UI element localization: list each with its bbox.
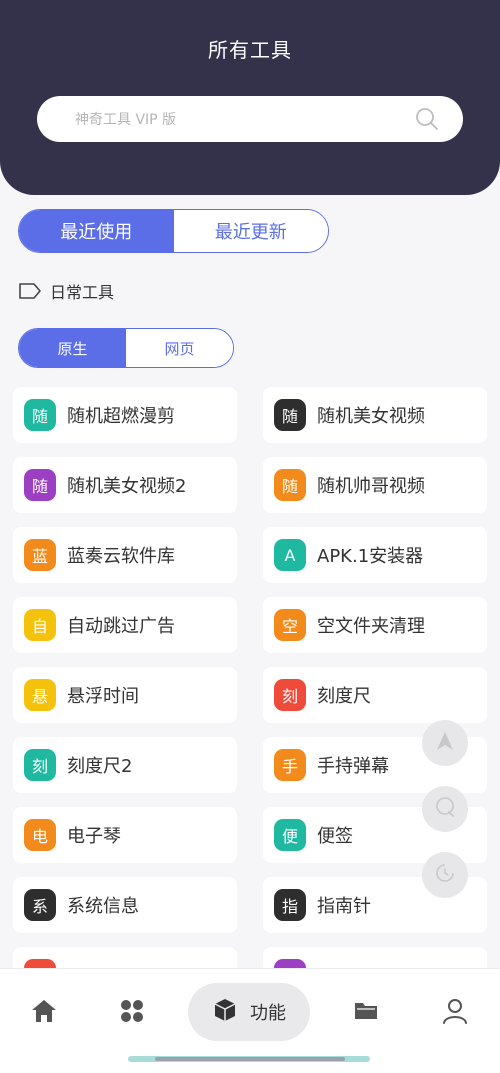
tool-label: 刻度尺 [317,686,371,707]
tool-label: 刻度尺2 [67,756,133,777]
tool-label: 自动跳过广告 [67,616,175,637]
tool-card[interactable]: 系系统信息 [13,877,237,933]
navigation-arrow-icon [434,730,456,756]
nav-functions-label: 功能 [250,1003,286,1024]
chat-button[interactable] [422,786,468,832]
theme-button[interactable] [422,852,468,898]
chat-bubble-icon [434,796,456,822]
tool-label: 便签 [317,826,353,847]
nav-files[interactable] [351,998,381,1028]
tool-card[interactable]: 自自动跳过广告 [13,597,237,653]
tool-label: 手持弹幕 [317,756,389,777]
tool-card[interactable]: 蓝蓝奏云软件库 [13,527,237,583]
search-icon[interactable] [415,107,439,131]
tool-card[interactable]: 随随机美女视频2 [13,457,237,513]
tool-card[interactable]: 随随机美女视频 [263,387,487,443]
recent-tabs: 最近使用 最近更新 [18,209,329,253]
tool-card[interactable]: 电电子琴 [13,807,237,863]
search-placeholder[interactable]: 神奇工具 VIP 版 [75,109,176,129]
bottom-nav: 功能 [0,968,500,1073]
tool-label: 随机美女视频 [317,406,425,427]
tool-badge: 刻 [24,749,56,781]
home-indicator-handle [155,1057,345,1061]
tool-badge: 刻 [274,679,306,711]
tool-badge: 自 [24,609,56,641]
scroll-top-button[interactable] [422,720,468,766]
tool-card[interactable] [13,947,237,970]
tool-card[interactable]: 悬悬浮时间 [13,667,237,723]
tool-card[interactable] [263,947,487,970]
tool-label: APK.1安装器 [317,546,424,567]
tool-label: 随机帅哥视频 [317,476,425,497]
tool-card[interactable]: 刻刻度尺 [263,667,487,723]
source-tabs: 原生 网页 [18,328,234,368]
tool-badge: 悬 [24,679,56,711]
header: 所有工具 神奇工具 VIP 版 [0,0,500,195]
category-header: 日常工具 [18,280,114,302]
tool-label: 随机超燃漫剪 [67,406,175,427]
tag-icon [18,282,42,300]
tool-badge: 手 [274,749,306,781]
page-title: 所有工具 [208,38,292,62]
tool-card[interactable]: 随随机帅哥视频 [263,457,487,513]
history-icon [434,862,456,888]
nav-home[interactable] [29,998,59,1028]
tool-badge: 随 [274,399,306,431]
folder-icon [352,999,380,1027]
tab-recent-used[interactable]: 最近使用 [19,210,174,252]
tool-label: 指南针 [317,896,371,917]
user-icon [442,997,468,1029]
tab-web[interactable]: 网页 [126,329,233,367]
tool-badge: 电 [24,819,56,851]
tool-badge: 随 [274,469,306,501]
tool-label: 随机美女视频2 [67,476,187,497]
tool-card[interactable]: 空空文件夹清理 [263,597,487,653]
tool-badge: 随 [24,469,56,501]
tab-native[interactable]: 原生 [19,329,126,367]
nav-apps[interactable] [117,998,147,1028]
tool-label: 空文件夹清理 [317,616,425,637]
tool-badge: 蓝 [24,539,56,571]
tool-card[interactable]: 随随机超燃漫剪 [13,387,237,443]
category-label: 日常工具 [50,283,115,302]
tool-label: 悬浮时间 [67,686,139,707]
tool-badge: 指 [274,889,306,921]
nav-profile[interactable] [440,998,470,1028]
apps-grid-icon [118,997,146,1029]
tool-grid: 随随机超燃漫剪 随随机美女视频 随随机美女视频2 随随机帅哥视频 蓝蓝奏云软件库… [13,387,488,970]
tool-label: 蓝奏云软件库 [67,546,175,567]
nav-functions[interactable]: 功能 [188,983,310,1041]
tool-badge: 空 [274,609,306,641]
home-icon [30,998,58,1028]
tool-badge: 随 [24,399,56,431]
tab-recent-updated[interactable]: 最近更新 [173,210,328,252]
tool-card[interactable]: A APK.1安装器 [263,527,487,583]
search-bar[interactable]: 神奇工具 VIP 版 [37,96,463,142]
tool-badge: A [274,539,306,571]
tool-label: 系统信息 [67,896,139,917]
tool-card[interactable]: 刻刻度尺2 [13,737,237,793]
tool-badge: 系 [24,889,56,921]
tool-label: 电子琴 [67,826,121,847]
cube-icon [212,997,238,1027]
tool-badge: 便 [274,819,306,851]
